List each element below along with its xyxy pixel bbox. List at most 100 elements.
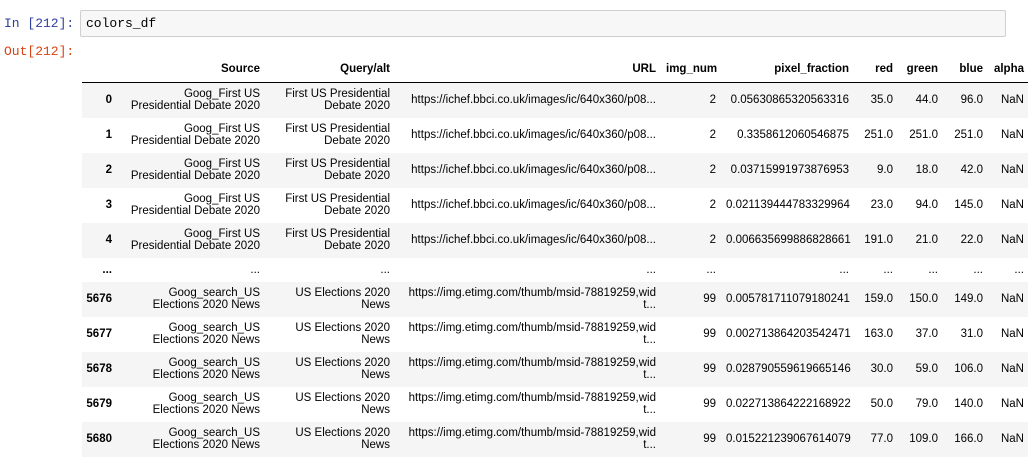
red-cell: ...: [883, 263, 893, 276]
alpha-cell: ...: [1014, 263, 1024, 276]
pixel-fraction-cell: 0.05630865320563316: [730, 94, 849, 107]
table-row: 3 Goog_First US Presidential Debate 2020 F…: [82, 187, 1028, 223]
alpha-cell: NaN: [1000, 234, 1024, 246]
table-row: 5679 Goog_search_US Elections 2020 News US…: [82, 386, 1028, 422]
row-index: 0: [105, 94, 112, 107]
alpha-cell: NaN: [1000, 328, 1024, 340]
blue-cell: 22.0: [960, 234, 983, 246]
blue-cell: 31.0: [960, 328, 983, 340]
source-cell: Goog_First US Presidential Debate 2020: [130, 158, 260, 182]
green-cell: 21.0: [915, 234, 938, 246]
query-alt-cell: US Elections 2020 News: [295, 427, 390, 451]
row-index: 1: [105, 129, 112, 141]
row-index: 5680: [86, 433, 112, 445]
img-num-cell: 99: [703, 433, 716, 445]
pixel-fraction-cell: 0.006635699886828661: [726, 234, 851, 246]
img-num-cell: 2: [709, 164, 716, 176]
pixel-fraction-cell: 0.002713864203542471: [726, 328, 851, 340]
query-alt-cell: US Elections 2020 News: [295, 392, 390, 416]
table-row: 5677 Goog_search_US Elections 2020 News US…: [82, 316, 1028, 352]
img-num-cell: 2: [709, 234, 716, 246]
index-header: [82, 56, 118, 83]
query-alt-cell: First US Presidential Debate 2020: [285, 123, 390, 147]
img-num-cell: 2: [709, 199, 716, 211]
source-cell: Goog_search_US Elections 2020 News: [152, 322, 260, 346]
table-row: 5678 Goog_search_US Elections 2020 News US…: [82, 351, 1028, 387]
source-cell: Goog_First US Presidential Debate 2020: [130, 228, 260, 252]
url-cell: https://ichef.bbci.co.uk/images/ic/640x3…: [411, 129, 656, 141]
dataframe-table: Source Query/alt URL img_num pixel_fraction r…: [82, 56, 1028, 457]
green-cell: 79.0: [915, 398, 938, 410]
table-body: 0 Goog_First US Presidential Debate 2020 F…: [82, 82, 1028, 457]
green-cell: 37.0: [915, 328, 938, 340]
blue-cell: 42.0: [960, 164, 983, 176]
green-cell: 109.0: [909, 433, 938, 445]
red-cell: 77.0: [870, 433, 893, 445]
alpha-cell: NaN: [1000, 398, 1024, 410]
alpha-cell: NaN: [1000, 164, 1024, 176]
blue-cell: 145.0: [954, 199, 983, 211]
alpha-cell: NaN: [1000, 433, 1024, 445]
blue-cell: 106.0: [954, 363, 983, 375]
code-text[interactable]: colors_df: [86, 16, 156, 31]
red-cell: 23.0: [870, 199, 893, 211]
source-cell: Goog_search_US Elections 2020 News: [152, 392, 260, 416]
pixel-fraction-cell: ...: [839, 263, 849, 276]
pixel-fraction-cell: 0.03715991973876953: [730, 164, 849, 176]
url-header: URL: [396, 56, 662, 83]
blue-cell: 149.0: [954, 293, 983, 305]
table-row: 1 Goog_First US Presidential Debate 2020 F…: [82, 117, 1028, 153]
pixel-fraction-cell: 0.028790559619665146: [726, 363, 851, 375]
green-cell: 44.0: [915, 94, 938, 107]
table-row: 2 Goog_First US Presidential Debate 2020 F…: [82, 152, 1028, 188]
table-row: 5680 Goog_search_US Elections 2020 News US…: [82, 421, 1028, 457]
source-cell: Goog_search_US Elections 2020 News: [152, 427, 260, 451]
pixel-fraction-cell: 0.021139444783329964: [726, 199, 850, 211]
img-num-cell: ...: [706, 263, 716, 276]
url-cell: https://img.etimg.com/thumb/msid-7881925…: [408, 287, 656, 311]
source-cell: Goog_First US Presidential Debate 2020: [130, 193, 260, 217]
red-cell: 30.0: [870, 363, 893, 375]
url-cell: https://img.etimg.com/thumb/msid-7881925…: [408, 427, 656, 451]
query-alt-cell: First US Presidential Debate 2020: [285, 193, 390, 217]
alpha-cell: NaN: [1000, 129, 1024, 141]
row-index: 5679: [86, 398, 112, 410]
url-cell: https://ichef.bbci.co.uk/images/ic/640x3…: [411, 164, 656, 176]
table-row: 0 Goog_First US Presidential Debate 2020 F…: [82, 82, 1028, 118]
pixel-fraction-cell: 0.015221239067614079: [726, 433, 851, 445]
source-cell: Goog_First US Presidential Debate 2020: [130, 123, 260, 147]
row-index: 2: [105, 164, 112, 176]
red-cell: 191.0: [864, 234, 893, 246]
url-cell: https://ichef.bbci.co.uk/images/ic/640x3…: [411, 94, 656, 107]
img-num-cell: 2: [709, 129, 716, 141]
url-cell: https://img.etimg.com/thumb/msid-7881925…: [408, 322, 656, 346]
code-cell-input[interactable]: colors_df: [80, 10, 1006, 37]
red-cell: 163.0: [864, 328, 893, 340]
query-alt-cell: US Elections 2020 News: [295, 287, 390, 311]
green-cell: 94.0: [915, 199, 938, 211]
row-index: 5677: [86, 328, 112, 340]
blue-cell: 140.0: [954, 398, 983, 410]
green-cell: 59.0: [915, 363, 938, 375]
query-alt-cell: First US Presidential Debate 2020: [285, 158, 390, 182]
red-cell: 50.0: [870, 398, 893, 410]
dataframe-output: Source Query/alt URL img_num pixel_fraction r…: [82, 56, 1028, 457]
blue-cell: 251.0: [954, 129, 983, 141]
green-header: green: [899, 56, 944, 83]
table-row: 5676 Goog_search_US Elections 2020 News US…: [82, 281, 1028, 317]
img-num-cell: 2: [709, 94, 716, 107]
output-prompt: Out[212]:: [4, 44, 75, 59]
alpha-cell: NaN: [1000, 94, 1024, 107]
source-header: Source: [118, 56, 266, 83]
url-cell: https://img.etimg.com/thumb/msid-7881925…: [408, 357, 656, 381]
row-index: 5678: [86, 363, 112, 375]
green-cell: ...: [928, 263, 938, 276]
alpha-cell: NaN: [1000, 363, 1024, 375]
blue-cell: ...: [973, 263, 983, 276]
blue-cell: 96.0: [960, 94, 983, 107]
img-num-header: img_num: [662, 56, 722, 83]
red-cell: 251.0: [864, 129, 893, 141]
pixel-fraction-cell: 0.022713864222168922: [726, 398, 851, 410]
query-alt-cell: First US Presidential Debate 2020: [285, 228, 390, 252]
blue-cell: 166.0: [954, 433, 983, 445]
